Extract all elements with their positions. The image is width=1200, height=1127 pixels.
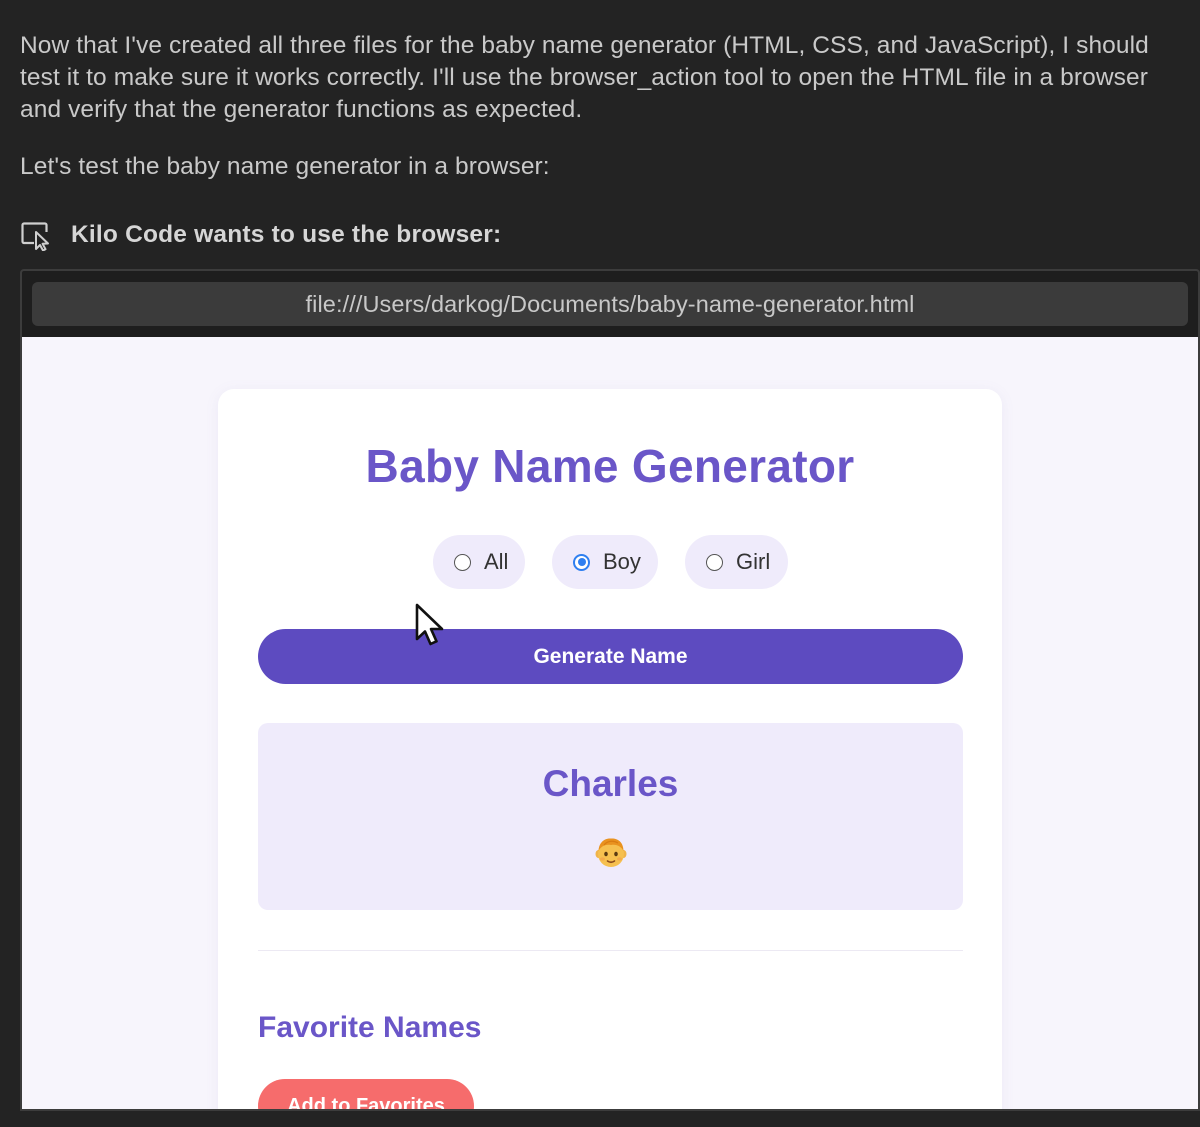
boy-face-emoji-icon [595,838,627,867]
browser-viewport: Baby Name Generator All Boy Girl Generat… [22,337,1198,1109]
favorites-heading: Favorite Names [258,1011,482,1044]
app-card: Baby Name Generator All Boy Girl Generat… [218,389,1002,1109]
gender-option-label: All [484,549,509,574]
browser-preview: file:///Users/darkog/Documents/baby-name… [20,269,1200,1111]
app-title: Baby Name Generator [365,440,855,492]
tool-request-header: Kilo Code wants to use the browser: [20,218,501,252]
add-to-favorites-button[interactable]: Add to Favorites [258,1079,474,1109]
assistant-message-paragraph: Let's test the baby name generator in a … [20,153,550,180]
mouse-cursor-icon [415,603,444,646]
browser-pointer-icon [21,222,49,251]
chat-panel: Now that I've created all three files fo… [0,0,1200,1127]
gender-option-boy[interactable]: Boy [552,535,658,589]
radio-button-selected[interactable] [573,553,590,571]
result-box: Charles [258,723,963,910]
section-divider [258,950,963,951]
gender-option-label: Girl [736,549,771,574]
generate-name-button[interactable]: Generate Name [258,629,963,684]
tool-request-label: Kilo Code wants to use the browser: [71,221,502,248]
assistant-message-paragraph: Now that I've created all three files fo… [20,32,1149,123]
gender-option-girl[interactable]: Girl [685,535,788,589]
radio-button[interactable] [706,553,723,571]
generated-name: Charles [542,763,679,804]
radio-button[interactable] [454,553,471,571]
url-bar: file:///Users/darkog/Documents/baby-name… [32,282,1188,326]
gender-option-label: Boy [603,549,641,574]
gender-option-all[interactable]: All [433,535,525,589]
